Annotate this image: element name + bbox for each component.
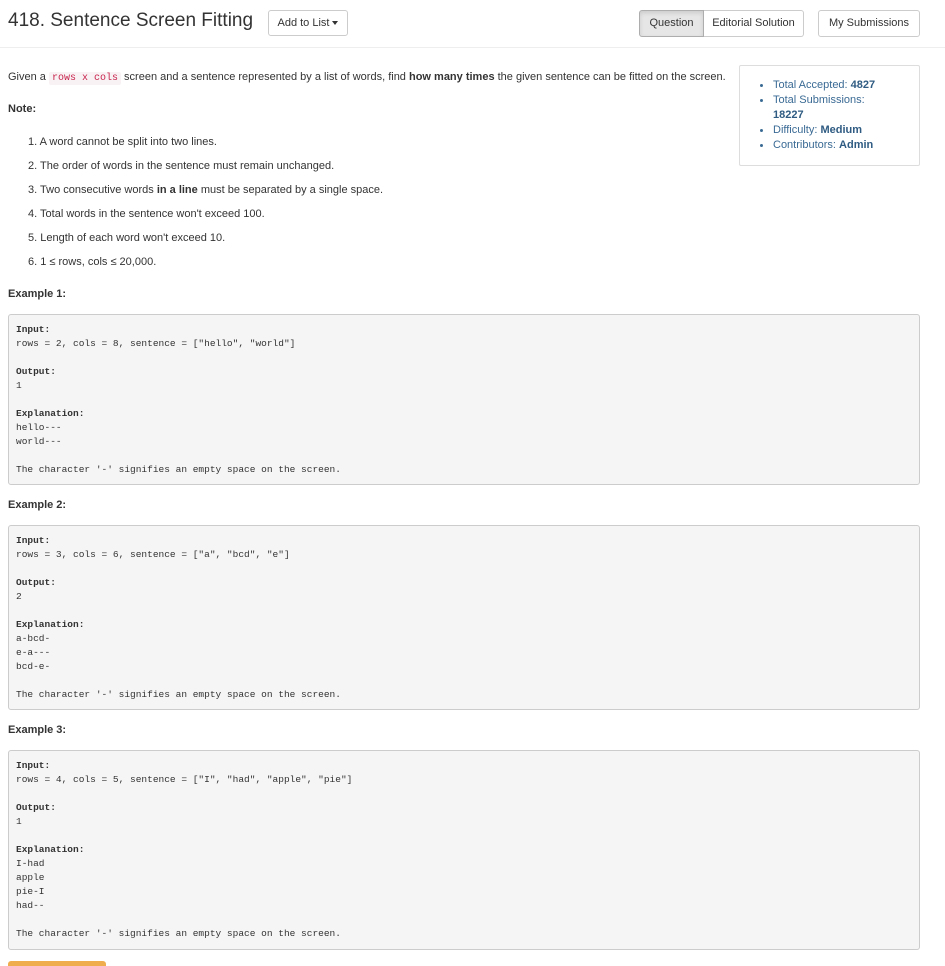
- note-item: 5. Length of each word won't exceed 10.: [28, 232, 226, 244]
- show-tags-button[interactable]: [8, 961, 106, 966]
- contributor-link[interactable]: Admin: [839, 139, 873, 151]
- note-item: 4. Total words in the sentence won't exc…: [28, 208, 265, 220]
- example-2-block: Input: rows = 3, cols = 6, sentence = ["a…: [8, 525, 920, 710]
- example-3-heading: Example 3:: [8, 724, 67, 736]
- stat-total-accepted: Total Accepted: 4827: [759, 78, 911, 93]
- note-item: 2. The order of words in the sentence mu…: [28, 160, 335, 172]
- my-submissions-button[interactable]: My Submissions: [818, 10, 920, 37]
- problem-description: Given a rows x cols screen and a sentenc…: [8, 71, 726, 85]
- example-2-heading: Example 2:: [8, 499, 67, 511]
- chevron-down-icon: [332, 21, 339, 26]
- difficulty-badge: Medium: [820, 124, 863, 136]
- page-title: 418. Sentence Screen Fitting: [8, 10, 254, 31]
- tab-question[interactable]: Question: [639, 10, 704, 37]
- note-item: 1. A word cannot be split into two lines…: [28, 136, 217, 148]
- stat-difficulty: Difficulty: Medium: [759, 123, 911, 138]
- note-item: 6. 1 ≤ rows, cols ≤ 20,000.: [28, 256, 157, 268]
- note-heading: Note:: [8, 103, 37, 115]
- example-1-heading: Example 1:: [8, 288, 67, 300]
- stats-panel: Total Accepted: 4827 Total Submissions: 1…: [739, 65, 920, 166]
- notes-list: 1. A word cannot be split into two lines…: [28, 135, 383, 279]
- stat-contributors: Contributors: Admin: [759, 138, 911, 153]
- inline-code: rows x cols: [48, 72, 121, 85]
- question-tabs: Question Editorial Solution: [639, 10, 804, 37]
- tab-editorial-solution[interactable]: Editorial Solution: [704, 10, 804, 37]
- stat-total-submissions: Total Submissions: 18227: [759, 93, 911, 123]
- add-to-list-label: Add to List: [277, 17, 330, 29]
- stat-accepted-value: 4827: [850, 79, 876, 91]
- note-item: 3. Two consecutive words in a line must …: [28, 184, 384, 196]
- add-to-list-button[interactable]: Add to List: [268, 10, 348, 36]
- example-1-block: Input: rows = 2, cols = 8, sentence = ["h…: [8, 314, 920, 485]
- stat-submissions-value: 18227: [773, 109, 804, 121]
- page-header: 418. Sentence Screen Fitting Add to List…: [0, 0, 945, 48]
- example-3-block: Input: rows = 4, cols = 5, sentence = ["I…: [8, 750, 920, 950]
